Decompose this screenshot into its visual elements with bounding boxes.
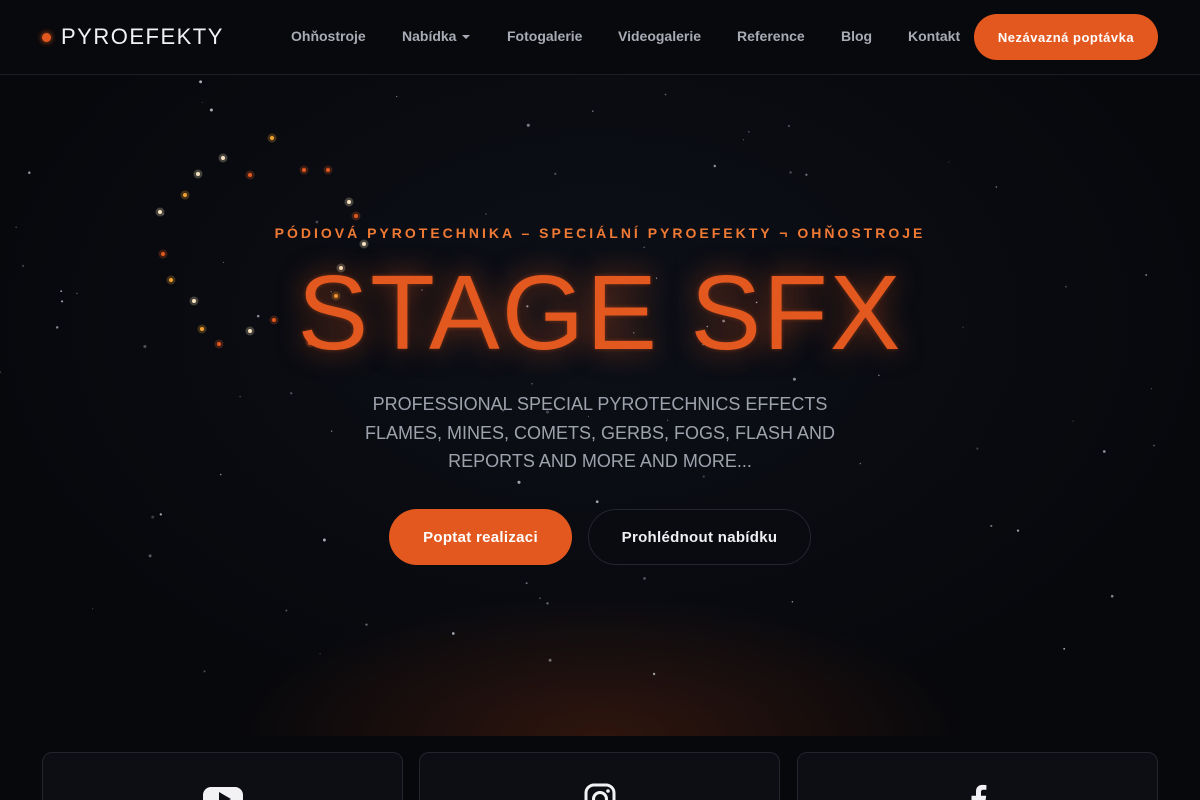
nav-item-label: Ohňostroje — [291, 28, 366, 44]
nav-item-label: Blog — [841, 28, 873, 44]
nav-item-kontakt[interactable]: Kontakt — [908, 28, 960, 44]
logo-text: PYROEFEKTY — [61, 24, 224, 49]
logo[interactable]: PYROEFEKTY — [42, 24, 224, 50]
nav-item-label: Fotogalerie — [507, 28, 583, 44]
nav-item-label: Reference — [737, 28, 805, 44]
nav-item-blog[interactable]: Blog — [841, 28, 872, 44]
nav-item-fotogalerie[interactable]: Fotogalerie — [507, 28, 582, 44]
nav-item-videogalerie[interactable]: Videogalerie — [618, 28, 701, 44]
facebook-icon — [971, 784, 986, 800]
request-realization-button[interactable]: Poptat realizaci — [389, 509, 572, 565]
hero-tagline: PÓDIOVÁ PYROTECHNIKA – SPECIÁLNÍ PYROEFE… — [274, 225, 926, 241]
logo-dot-icon — [42, 32, 51, 42]
nav-item-nabidka[interactable]: Nabídka — [402, 28, 471, 44]
hero-subtitle: PROFESSIONAL SPECIAL PYROTECHNICS EFFECT… — [364, 394, 836, 471]
nav-item-reference[interactable]: Reference — [737, 28, 805, 44]
youtube-icon — [202, 787, 243, 800]
browse-offer-button[interactable]: Prohlédnout nabídku — [588, 509, 811, 565]
social-card-youtube[interactable] — [42, 752, 403, 800]
inquiry-button[interactable]: Nezávazná poptávka — [974, 14, 1158, 60]
site-header: PYROEFEKTY Ohňostroje Nabídka Fotogaleri… — [0, 0, 1200, 75]
hero-title: STAGE SFX — [297, 254, 903, 372]
social-card-facebook[interactable] — [797, 752, 1158, 800]
chevron-down-icon — [462, 35, 471, 40]
nav-item-ohnostroje[interactable]: Ohňostroje — [291, 28, 366, 44]
instagram-icon — [584, 783, 615, 800]
social-card-instagram[interactable] — [419, 752, 780, 800]
nav-item-label: Nabídka — [402, 28, 457, 44]
nav-item-label: Kontakt — [908, 28, 961, 44]
nav-item-label: Videogalerie — [618, 28, 702, 44]
